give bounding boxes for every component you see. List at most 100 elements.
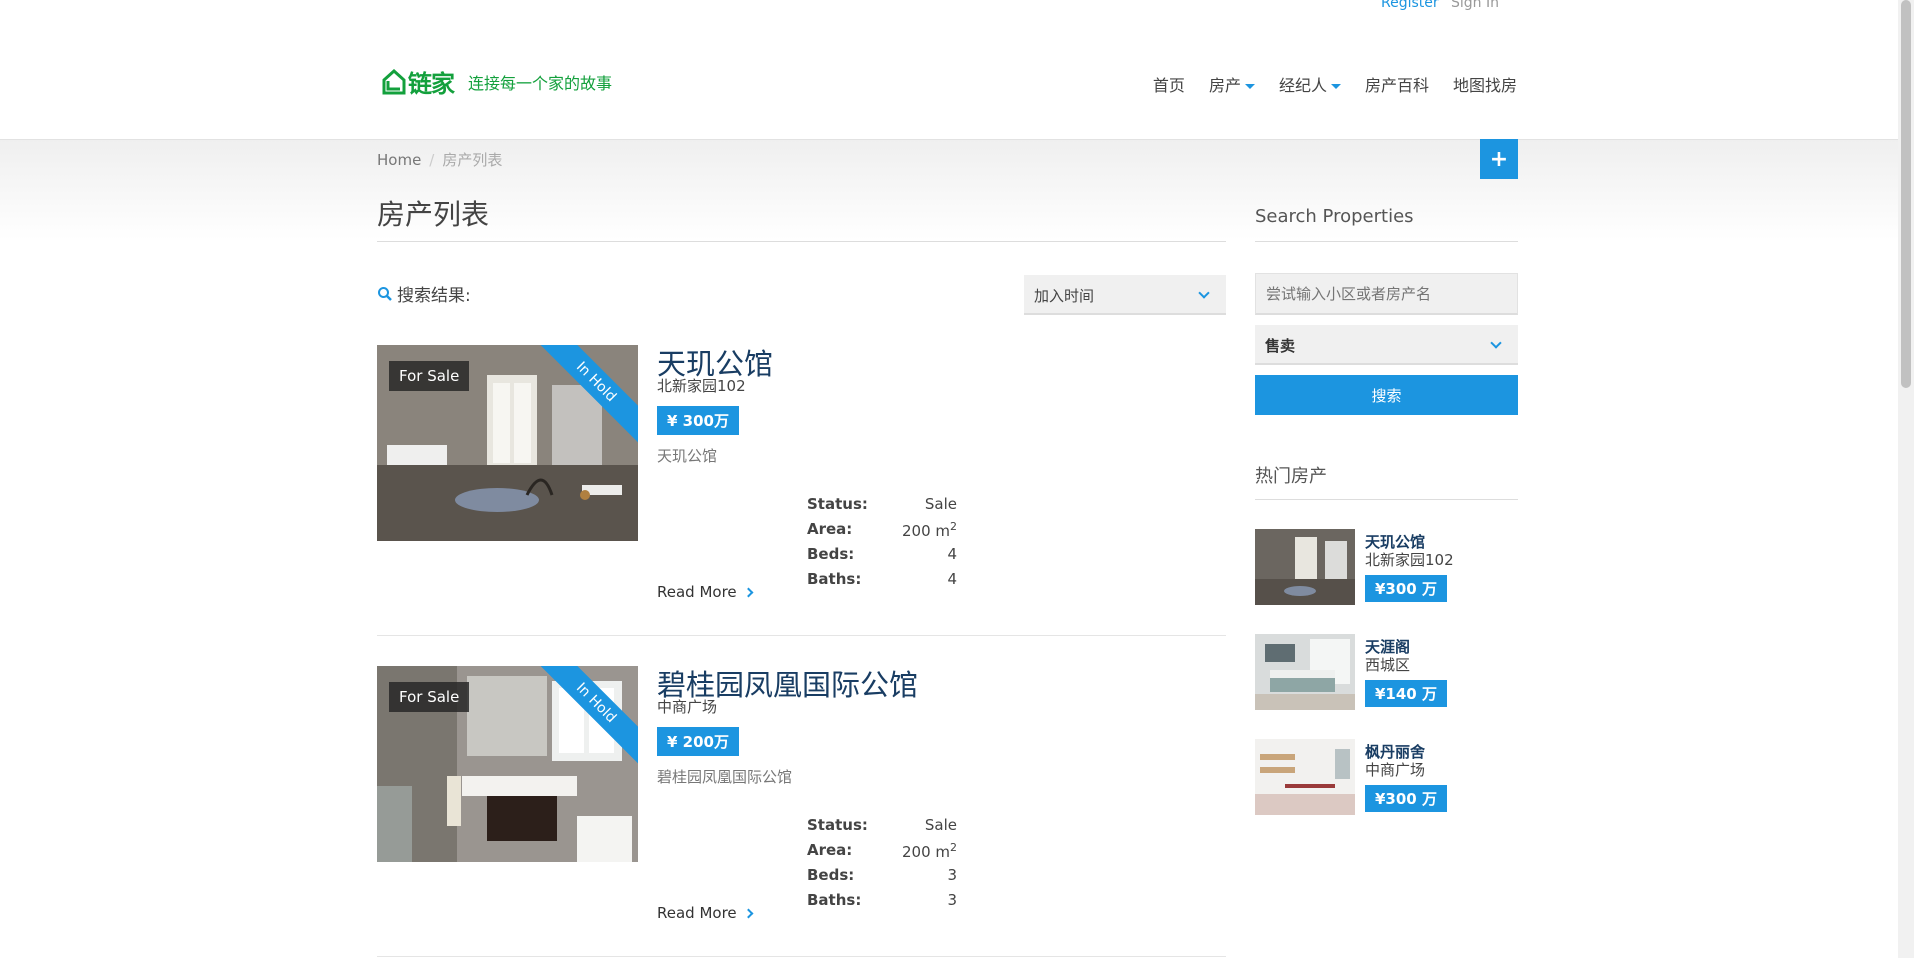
divider bbox=[1255, 499, 1518, 500]
nav-item-map[interactable]: 地图找房 bbox=[1453, 72, 1517, 96]
main-nav: 首页 房产 经纪人 房产百科 地图找房 bbox=[1153, 72, 1517, 96]
listing-card: In Hold For Sale 天玑公馆 北新家园102 ¥ 300万 天玑公… bbox=[377, 345, 1226, 601]
divider bbox=[1255, 241, 1518, 242]
spec-status: Sale bbox=[924, 495, 957, 513]
area-unit-exponent: 2 bbox=[950, 520, 957, 533]
spec-beds: 4 bbox=[947, 545, 957, 563]
sale-badge: For Sale bbox=[389, 682, 470, 712]
nav-item-home[interactable]: 首页 bbox=[1153, 72, 1185, 96]
hot-price: ¥300 万 bbox=[1365, 575, 1447, 602]
signin-link[interactable]: Sign In bbox=[1451, 0, 1499, 11]
nav-item-wiki[interactable]: 房产百科 bbox=[1365, 72, 1429, 96]
scrollbar[interactable] bbox=[1898, 0, 1914, 958]
listing-price: ¥ 300万 bbox=[657, 406, 739, 435]
spec-label: Baths: bbox=[807, 570, 862, 588]
hot-thumbnail bbox=[1255, 739, 1355, 815]
page-title: 房产列表 bbox=[377, 198, 490, 231]
read-more-label: Read More bbox=[657, 583, 737, 601]
brand-name: 链家 bbox=[408, 70, 455, 98]
spec-label: Baths: bbox=[807, 891, 862, 909]
listing-photo[interactable]: In Hold For Sale bbox=[377, 345, 638, 541]
search-heading: Search Properties bbox=[1255, 206, 1414, 227]
chevron-right-icon bbox=[743, 908, 754, 918]
hot-item[interactable]: 枫丹丽舍 中商广场 ¥300 万 bbox=[1255, 739, 1518, 815]
top-bar: Register Sign In bbox=[0, 0, 1898, 14]
spec-label: Status: bbox=[807, 816, 868, 834]
type-selected: 售卖 bbox=[1265, 337, 1296, 355]
nav-label: 首页 bbox=[1152, 76, 1185, 95]
listing-address: 中商广场 bbox=[657, 698, 718, 716]
area-unit-exponent: 2 bbox=[950, 841, 957, 854]
listing-specs: Status: Sale Area: 200 m2 Beds: 4 Baths: 4 bbox=[807, 495, 957, 595]
area-value: 200 m bbox=[901, 843, 950, 861]
divider bbox=[377, 241, 1226, 242]
read-more-link[interactable]: Read More bbox=[657, 583, 754, 601]
hot-thumbnail bbox=[1255, 529, 1355, 605]
chevron-down-icon bbox=[1198, 287, 1210, 299]
caret-down-icon bbox=[1244, 83, 1255, 89]
hot-price: ¥140 万 bbox=[1365, 680, 1447, 707]
hot-heading: 热门房产 bbox=[1255, 466, 1327, 487]
spec-label: Beds: bbox=[807, 545, 855, 563]
title-band bbox=[0, 140, 1898, 240]
hot-location: 北新家园102 bbox=[1365, 551, 1454, 569]
nav-label: 房产百科 bbox=[1364, 76, 1429, 95]
spec-label: Beds: bbox=[807, 866, 855, 884]
header: 链家 连接每一个家的故事 首页 房产 经纪人 房产百科 地图找房 bbox=[0, 14, 1898, 140]
search-button-label: 搜索 bbox=[1371, 386, 1402, 405]
listing-price: ¥ 200万 bbox=[657, 727, 739, 756]
type-select[interactable]: 售卖 bbox=[1255, 325, 1518, 365]
sort-selected: 加入时间 bbox=[1034, 287, 1095, 305]
breadcrumb-separator: / bbox=[429, 151, 435, 169]
hot-location: 中商广场 bbox=[1365, 761, 1426, 779]
area-value: 200 m bbox=[901, 522, 950, 540]
nav-item-property[interactable]: 房产 bbox=[1209, 72, 1255, 96]
nav-label: 地图找房 bbox=[1452, 76, 1517, 95]
breadcrumb-home[interactable]: Home bbox=[377, 151, 421, 169]
read-more-link[interactable]: Read More bbox=[657, 904, 754, 922]
spec-label: Area: bbox=[807, 841, 853, 859]
spec-beds: 3 bbox=[947, 866, 957, 884]
hot-location: 西城区 bbox=[1365, 656, 1411, 674]
brand-slogan: 连接每一个家的故事 bbox=[468, 73, 613, 93]
register-link[interactable]: Register bbox=[1381, 0, 1439, 11]
spec-status: Sale bbox=[924, 816, 957, 834]
caret-down-icon bbox=[1330, 83, 1341, 89]
nav-label: 房产 bbox=[1208, 76, 1241, 95]
listing-photo[interactable]: In Hold For Sale bbox=[377, 666, 638, 862]
divider bbox=[377, 635, 1226, 636]
spec-area: 200 m2 bbox=[902, 520, 957, 540]
plus-icon: + bbox=[1489, 146, 1509, 172]
add-property-button[interactable]: + bbox=[1480, 139, 1518, 179]
divider bbox=[377, 956, 1226, 957]
listing-description: 天玑公馆 bbox=[657, 447, 718, 465]
chevron-right-icon bbox=[743, 587, 754, 597]
spec-label: Status: bbox=[807, 495, 868, 513]
listing-address: 北新家园102 bbox=[657, 377, 746, 395]
sort-select[interactable]: 加入时间 bbox=[1024, 275, 1226, 315]
listing-card: In Hold For Sale 碧桂园凤凰国际公馆 中商广场 ¥ 200万 碧… bbox=[377, 666, 1226, 922]
search-button[interactable]: 搜索 bbox=[1255, 375, 1518, 415]
chevron-down-icon bbox=[1490, 337, 1502, 349]
brand-logo[interactable]: 链家 连接每一个家的故事 bbox=[382, 64, 612, 99]
results-label: 搜索结果: bbox=[397, 286, 471, 306]
hot-price: ¥300 万 bbox=[1365, 785, 1447, 812]
hot-item[interactable]: 天玑公馆 北新家园102 ¥300 万 bbox=[1255, 529, 1518, 605]
hot-item[interactable]: 天涯阁 西城区 ¥140 万 bbox=[1255, 634, 1518, 710]
scrollbar-thumb[interactable] bbox=[1901, 0, 1911, 388]
spec-area: 200 m2 bbox=[902, 841, 957, 861]
spec-baths: 3 bbox=[947, 891, 957, 909]
sale-badge: For Sale bbox=[389, 361, 470, 391]
spec-baths: 4 bbox=[947, 570, 957, 588]
breadcrumb: Home / 房产列表 bbox=[377, 149, 502, 170]
nav-label: 经纪人 bbox=[1278, 76, 1327, 95]
listing-specs: Status: Sale Area: 200 m2 Beds: 3 Baths: 3 bbox=[807, 816, 957, 916]
spec-label: Area: bbox=[807, 520, 853, 538]
house-logo-icon bbox=[382, 68, 406, 95]
nav-item-agents[interactable]: 经纪人 bbox=[1279, 72, 1341, 96]
hot-thumbnail bbox=[1255, 634, 1355, 710]
listing-description: 碧桂园凤凰国际公馆 bbox=[657, 768, 793, 786]
search-icon bbox=[378, 286, 392, 301]
search-input[interactable] bbox=[1255, 273, 1518, 315]
read-more-label: Read More bbox=[657, 904, 737, 922]
